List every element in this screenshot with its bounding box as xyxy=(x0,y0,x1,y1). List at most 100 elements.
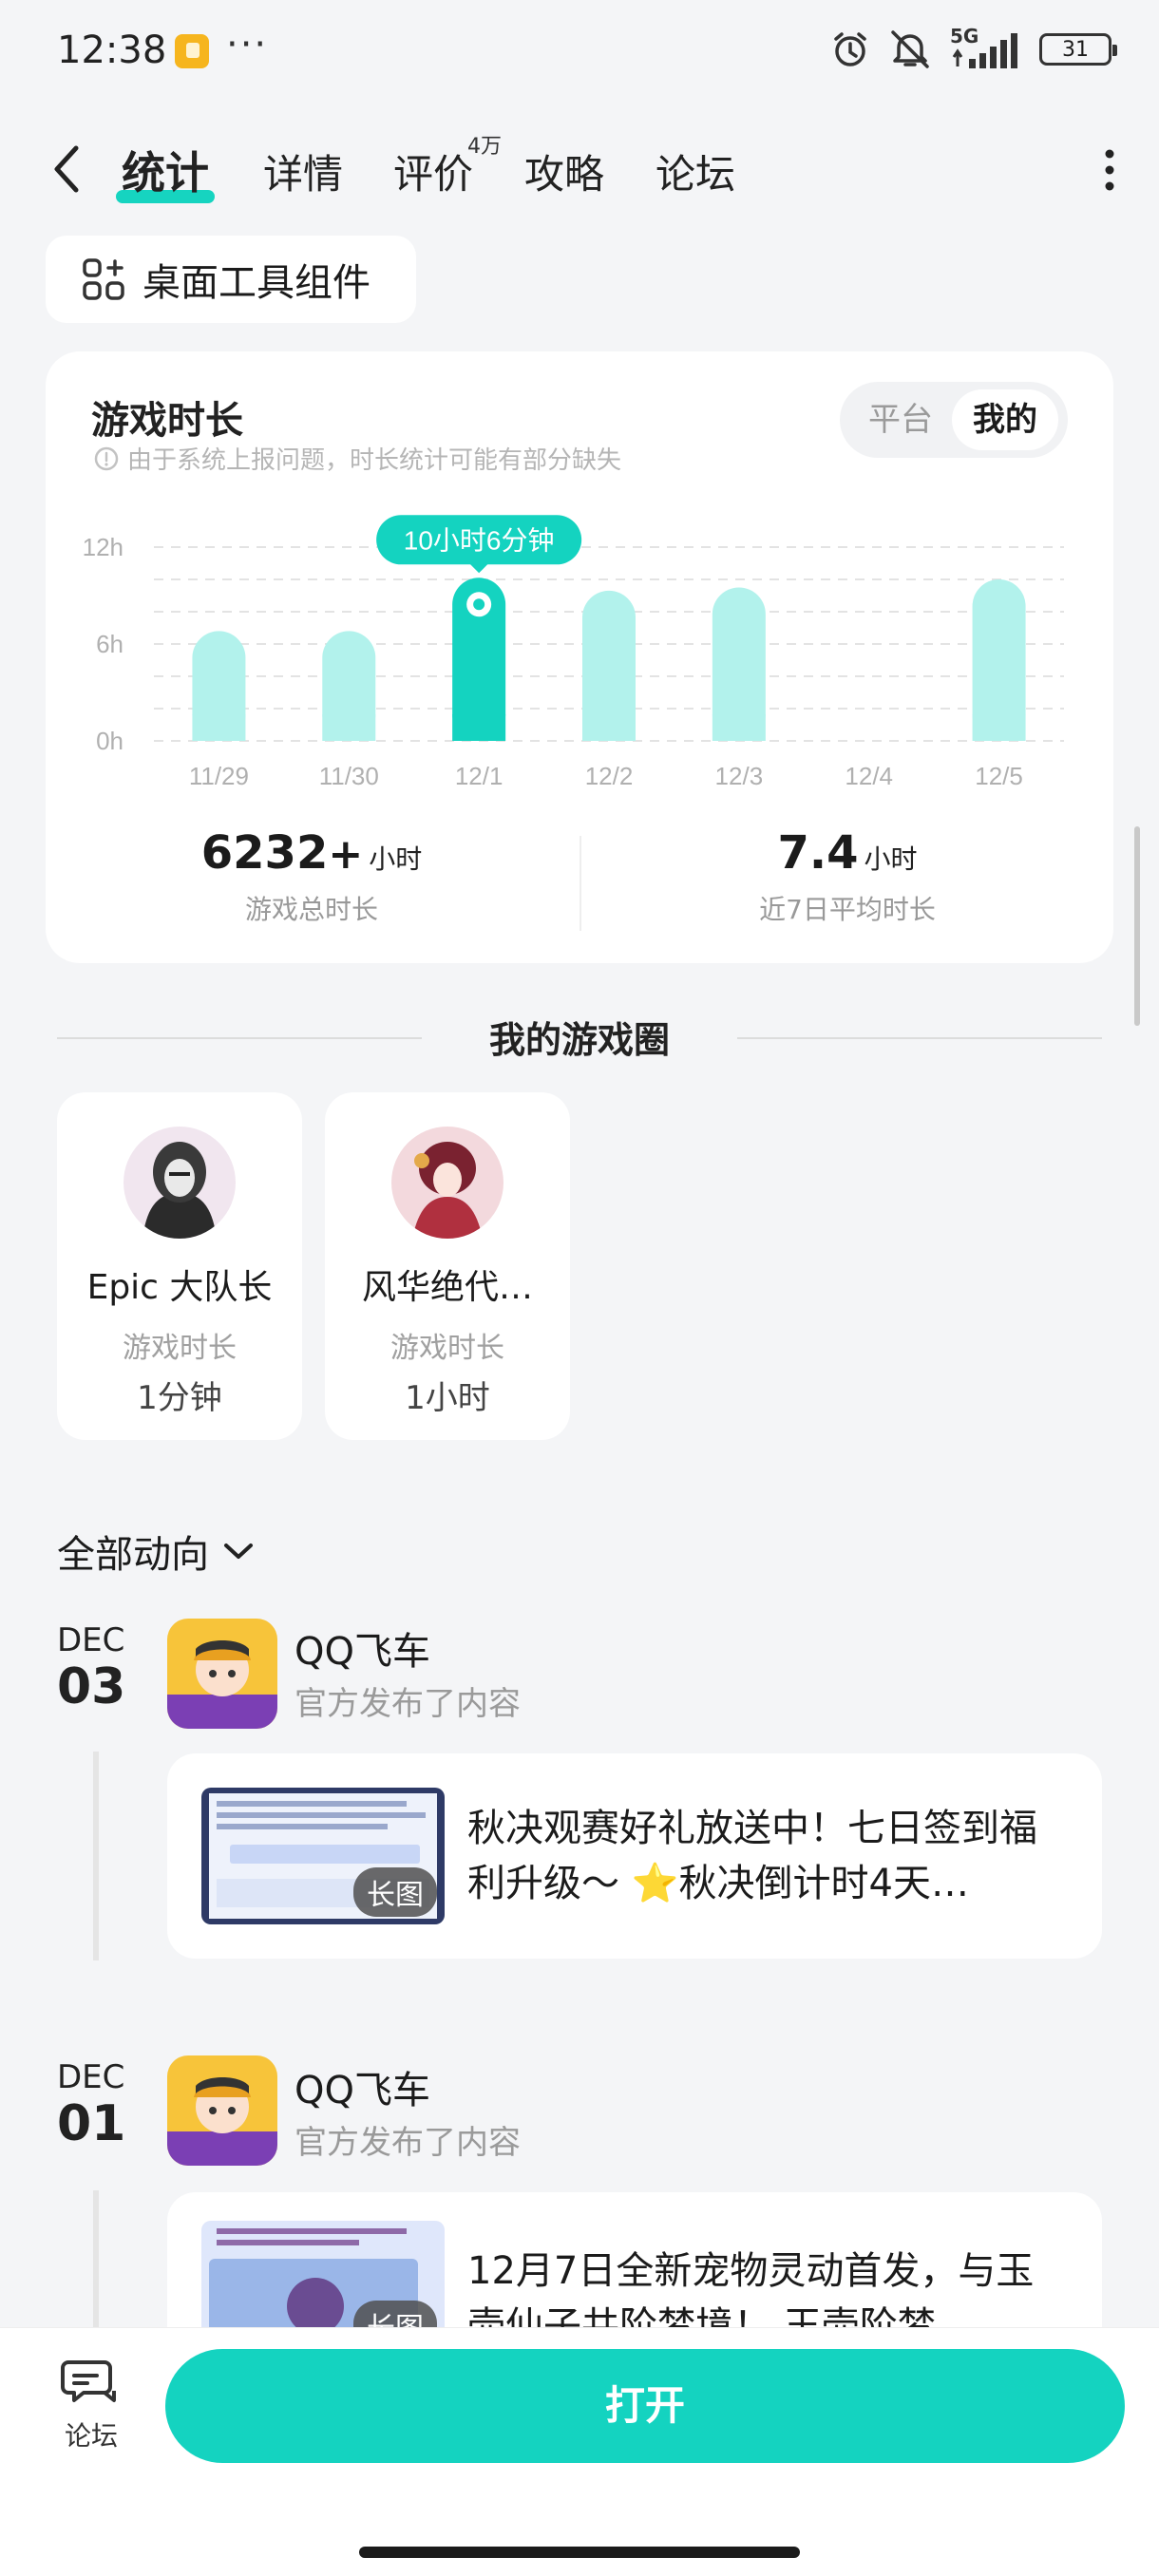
qq-speed-game-icon xyxy=(167,2055,277,2166)
signal-indicator: 5G xyxy=(950,25,1022,70)
section-divider-right xyxy=(737,1037,1102,1039)
post-subtitle: 官方发布了内容 xyxy=(294,2124,521,2162)
feed-filter-label: 全部动向 xyxy=(57,1533,209,1577)
avg-playtime-label: 近7日平均时长 xyxy=(759,894,936,925)
timeline-line xyxy=(93,2190,99,2333)
battery-icon: 31 xyxy=(1039,33,1117,66)
circle-card[interactable]: Epic 大队长 游戏时长 1分钟 xyxy=(57,1092,302,1440)
more-notifications-icon: ··· xyxy=(226,23,269,66)
chevron-left-icon xyxy=(54,145,79,193)
status-icons: 5G 31 xyxy=(830,25,1117,72)
bar-base xyxy=(582,714,636,741)
total-playtime-label: 游戏总时长 xyxy=(244,894,378,925)
avatar-image-icon xyxy=(124,1127,236,1239)
forum-button[interactable]: 论坛 xyxy=(53,2355,129,2453)
avg-playtime-unit: 小时 xyxy=(864,843,918,875)
chat-bubble-icon xyxy=(61,2360,116,2402)
bottom-action-bar: 论坛 打开 xyxy=(0,2327,1159,2576)
open-game-button[interactable]: 打开 xyxy=(165,2349,1125,2463)
post-date: DEC 03 xyxy=(57,1624,125,1712)
x-tick-label: 12/1 xyxy=(455,762,504,790)
post-thumbnail: 长图 xyxy=(201,1788,445,1924)
total-playtime-unit: 小时 xyxy=(369,843,423,875)
x-tick-label: 11/29 xyxy=(189,762,249,790)
x-tick-label: 12/3 xyxy=(715,762,764,790)
circle-playtime-label: 游戏时长 xyxy=(390,1332,504,1365)
playtime-card: 游戏时长 由于系统上报问题，时长统计可能有部分缺失 平台 我的 12h 6h 0h 1… xyxy=(46,351,1113,963)
status-time: 12:38 xyxy=(57,28,167,72)
bar-base xyxy=(712,714,766,741)
reviews-count-badge: 4万 xyxy=(467,135,502,159)
circle-card[interactable]: 风华绝代… 游戏时长 1小时 xyxy=(325,1092,570,1440)
more-vertical-icon xyxy=(1105,149,1114,191)
total-playtime-value: 6232 xyxy=(200,826,329,880)
desktop-widget-button[interactable]: 桌面工具组件 xyxy=(46,236,416,323)
bar-base xyxy=(322,714,376,741)
avatar xyxy=(124,1127,236,1239)
post-month: DEC xyxy=(57,2058,125,2096)
avg-playtime-value: 7.4 xyxy=(777,826,859,880)
scrollbar[interactable] xyxy=(1134,826,1140,1026)
total-playtime-plus: + xyxy=(328,830,364,879)
qq-speed-game-icon xyxy=(167,1619,277,1729)
avatar-image-icon xyxy=(391,1127,504,1239)
tab-bar: 统计 详情 评价 4万 攻略 论坛 xyxy=(0,133,1159,209)
post-text: 12月7日全新宠物灵动首发，与玉壶仙子共阶梦境！ 玉壶阶梦 xyxy=(467,2249,1035,2327)
long-image-tag: 长图 xyxy=(353,1867,437,1917)
mute-icon xyxy=(891,30,929,68)
post-day: 03 xyxy=(57,1658,126,1715)
circle-playtime-value: 1小时 xyxy=(405,1379,490,1417)
total-playtime: 6232+ 小时 游戏总时长 xyxy=(46,826,578,927)
x-tick-label: 11/30 xyxy=(319,762,379,790)
bar-base xyxy=(192,714,246,741)
app-icon[interactable] xyxy=(167,2055,277,2166)
post-text: 秋决观赛好礼放送中！七日签到福利升级～ ⭐秋决倒计时4天… xyxy=(467,1807,1037,1905)
x-tick-label: 12/4 xyxy=(845,762,893,790)
y-tick-label: 12h xyxy=(83,533,124,561)
y-tick-label: 0h xyxy=(96,727,124,755)
feed-filter-dropdown[interactable]: 全部动向 xyxy=(57,1524,255,1579)
bar-base xyxy=(972,714,1026,741)
y-tick-label: 6h xyxy=(96,630,124,658)
notification-app-icon xyxy=(175,34,209,68)
post-app-name[interactable]: QQ飞车 xyxy=(294,2059,430,2114)
avatar xyxy=(391,1127,504,1239)
widget-grid-icon xyxy=(83,258,124,300)
stats-divider xyxy=(580,836,581,931)
bar-tooltip-label: 10小时6分钟 xyxy=(404,525,555,555)
chevron-down-icon xyxy=(224,1544,253,1559)
x-tick-label: 12/5 xyxy=(975,762,1023,790)
post-app-name[interactable]: QQ飞车 xyxy=(294,1620,430,1676)
highlight-marker-dot xyxy=(473,598,485,611)
tab-forum[interactable]: 论坛 xyxy=(656,142,735,200)
more-menu-button[interactable] xyxy=(1102,146,1117,198)
bar-tooltip-pointer xyxy=(469,563,489,574)
post-month: DEC xyxy=(57,1621,125,1659)
back-button[interactable] xyxy=(48,141,86,201)
status-bar: 12:38 ··· 5G 31 xyxy=(0,0,1159,104)
game-circle-title: 我的游戏圈 xyxy=(488,1019,670,1061)
signal-icon xyxy=(952,33,1017,68)
circle-playtime-value: 1分钟 xyxy=(137,1379,222,1417)
tab-reviews[interactable]: 评价 xyxy=(393,142,473,200)
timeline-line xyxy=(93,1752,99,1960)
desktop-widget-label: 桌面工具组件 xyxy=(142,261,370,305)
tab-stats[interactable]: 统计 xyxy=(122,139,209,201)
tab-guides[interactable]: 攻略 xyxy=(524,142,604,200)
tab-reviews-label: 评价 xyxy=(393,151,474,198)
forum-label: 论坛 xyxy=(64,2420,118,2452)
tab-details[interactable]: 详情 xyxy=(263,142,343,200)
post-card[interactable]: 长图 秋决观赛好礼放送中！七日签到福利升级～ ⭐秋决倒计时4天… xyxy=(167,1753,1102,1959)
app-icon[interactable] xyxy=(167,1619,277,1729)
bar-base xyxy=(452,714,506,741)
alarm-icon xyxy=(834,32,866,66)
home-indicator[interactable] xyxy=(359,2547,800,2558)
circle-playtime-label: 游戏时长 xyxy=(123,1332,237,1365)
post-date: DEC 01 xyxy=(57,2061,125,2149)
post-day: 01 xyxy=(57,2095,126,2152)
x-tick-label: 12/2 xyxy=(585,762,634,790)
playtime-chart: 12h 6h 0h 11/29 11/30 10小时6分钟 12/1 12/2 12/3 12/4… xyxy=(83,515,1064,790)
post-subtitle: 官方发布了内容 xyxy=(294,1685,521,1723)
circle-name: Epic 大队长 xyxy=(86,1268,273,1307)
circle-name: 风华绝代… xyxy=(361,1268,533,1307)
